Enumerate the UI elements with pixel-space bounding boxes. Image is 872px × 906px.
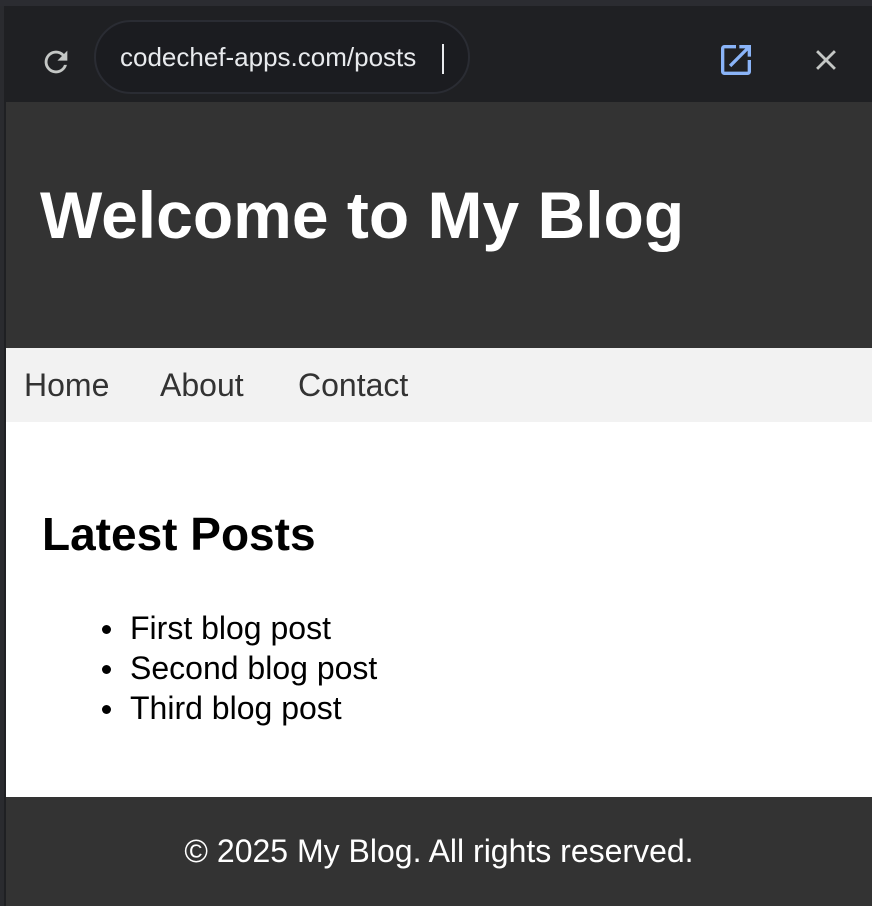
nav-link-home[interactable]: Home: [24, 366, 109, 404]
list-item: Second blog post: [6, 648, 377, 688]
list-item: First blog post: [6, 608, 377, 648]
section-title: Latest Posts: [42, 508, 316, 560]
reload-icon: [44, 50, 68, 74]
nav-link-about[interactable]: About: [160, 366, 244, 404]
web-page: Welcome to My Blog Home About Contact La…: [6, 102, 872, 906]
close-button[interactable]: [802, 36, 850, 84]
site-title: Welcome to My Blog: [40, 178, 685, 252]
browser-toolbar: codechef-apps.com/posts: [4, 12, 872, 102]
url-input[interactable]: codechef-apps.com/posts: [120, 22, 442, 92]
close-icon: [816, 50, 836, 70]
browser-window: codechef-apps.com/posts Welcome to My Bl…: [0, 0, 872, 906]
site-footer: © 2025 My Blog. All rights reserved.: [6, 797, 872, 906]
posts-list: First blog post Second blog post Third b…: [6, 608, 377, 728]
open-in-new-icon: [721, 45, 751, 75]
url-text: codechef-apps.com/posts: [120, 42, 417, 72]
list-item: Third blog post: [6, 688, 377, 728]
nav-link-contact[interactable]: Contact: [298, 366, 408, 404]
window-edge: [0, 6, 4, 906]
open-in-new-tab-button[interactable]: [712, 36, 760, 84]
site-nav: Home About Contact: [6, 348, 872, 422]
site-header: Welcome to My Blog: [6, 102, 872, 348]
footer-text: © 2025 My Blog. All rights reserved.: [184, 833, 694, 869]
text-caret: [442, 44, 444, 74]
address-bar[interactable]: codechef-apps.com/posts: [94, 20, 470, 94]
reload-button[interactable]: [34, 40, 78, 84]
